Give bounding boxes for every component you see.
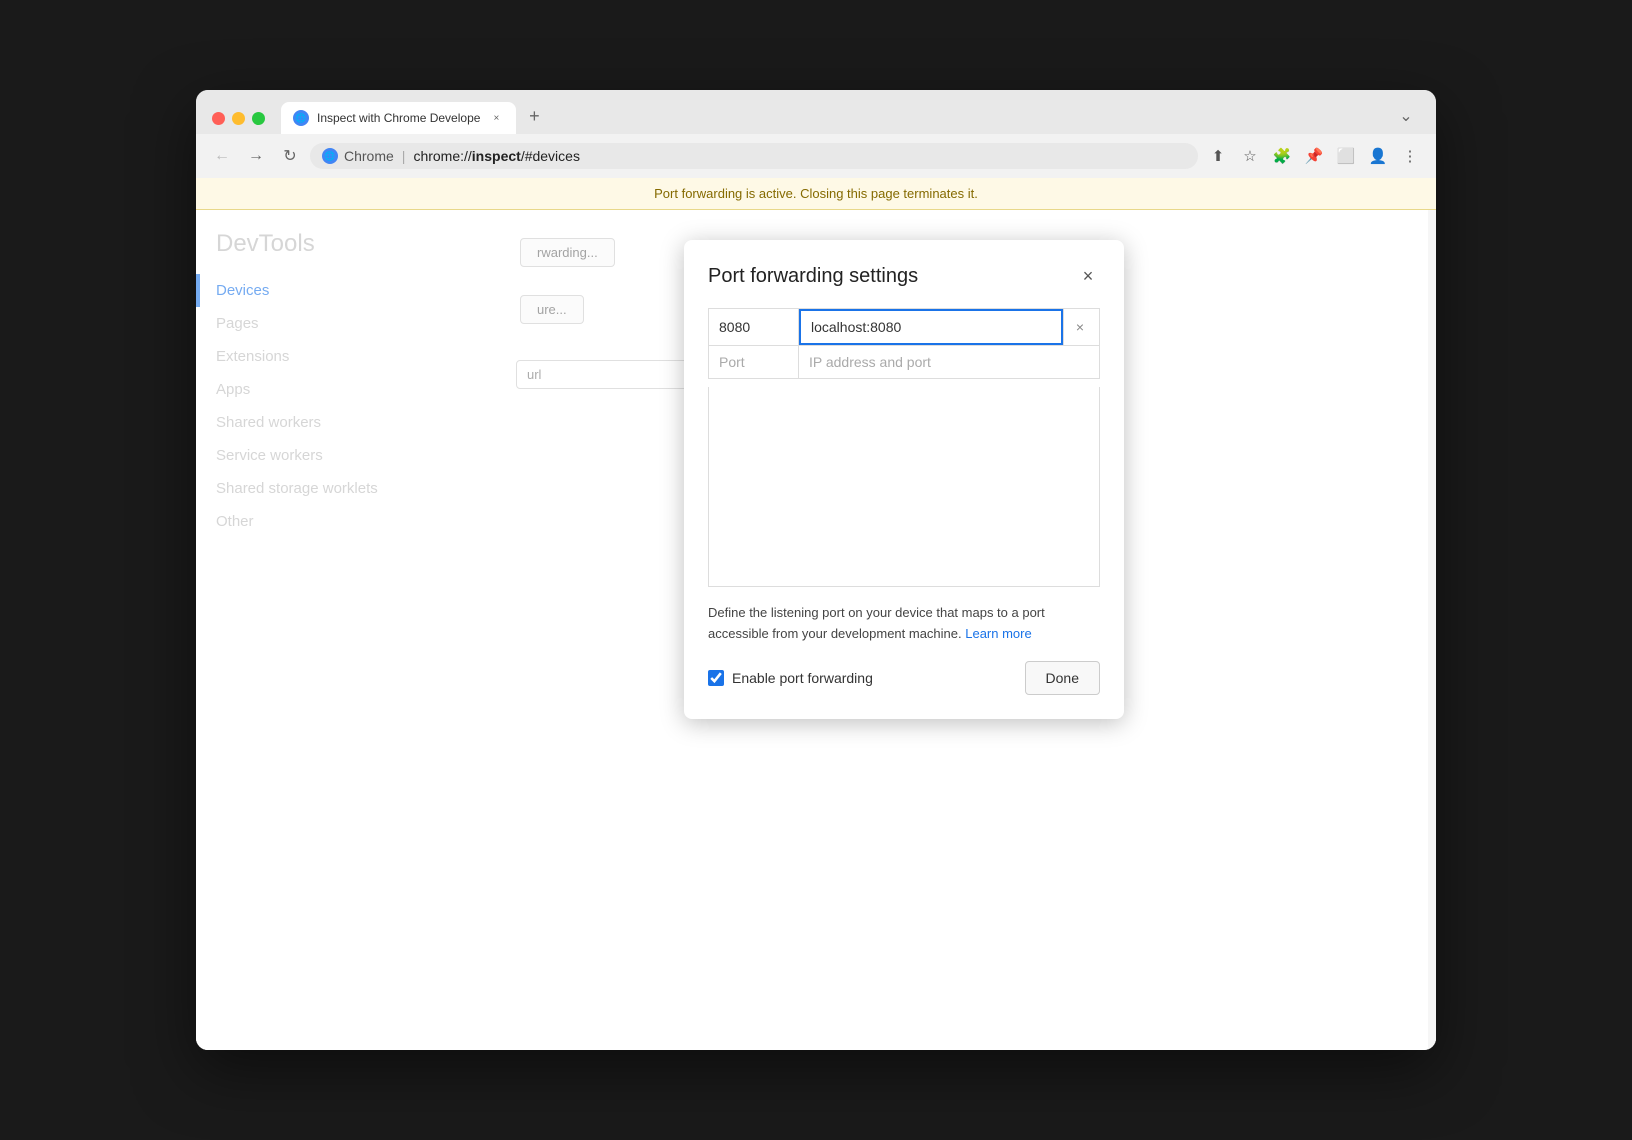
active-tab[interactable]: 🌐 Inspect with Chrome Develope × xyxy=(281,102,516,134)
tab-title: Inspect with Chrome Develope xyxy=(317,111,480,125)
dialog-title: Port forwarding settings xyxy=(708,265,918,288)
clear-cell: × xyxy=(1064,309,1100,346)
port-forwarding-dialog: Port forwarding settings × × xyxy=(684,240,1124,719)
address-brand: Chrome xyxy=(344,148,394,164)
address-bar[interactable]: 🌐 Chrome | chrome://inspect/#devices xyxy=(310,143,1198,169)
dialog-header: Port forwarding settings × xyxy=(708,264,1100,288)
address-favicon-icon: 🌐 xyxy=(322,148,338,164)
content-area: DevTools Devices Pages Extensions Apps S… xyxy=(196,210,1436,1050)
tab-more-button[interactable]: ⌄ xyxy=(1392,102,1420,130)
address-divider: | xyxy=(402,148,406,164)
nav-actions: ⬆ ☆ 🧩 📌 ⬜ 👤 ⋮ xyxy=(1204,142,1424,170)
enable-port-forwarding-checkbox[interactable] xyxy=(708,670,724,686)
address-url-bold: inspect xyxy=(472,148,521,164)
dialog-description: Define the listening port on your device… xyxy=(708,603,1100,645)
address-url-suffix: /#devices xyxy=(521,148,580,164)
traffic-lights xyxy=(212,112,265,125)
new-tab-button[interactable]: + xyxy=(520,102,548,130)
host-cell xyxy=(799,309,1064,346)
port-input[interactable] xyxy=(709,311,798,343)
back-button[interactable]: ← xyxy=(208,142,236,170)
browser-window: 🌐 Inspect with Chrome Develope × + ⌄ ← →… xyxy=(196,90,1436,1050)
dialog-close-button[interactable]: × xyxy=(1076,264,1100,288)
share-button[interactable]: ⬆ xyxy=(1204,142,1232,170)
devtools-button[interactable]: 📌 xyxy=(1300,142,1328,170)
port-cell xyxy=(709,309,799,346)
notification-text: Port forwarding is active. Closing this … xyxy=(654,186,978,201)
done-button[interactable]: Done xyxy=(1025,661,1100,695)
learn-more-link[interactable]: Learn more xyxy=(965,626,1031,641)
empty-port-area xyxy=(708,387,1100,587)
address-url: chrome://inspect/#devices xyxy=(413,148,580,164)
reload-button[interactable]: ↻ xyxy=(276,142,304,170)
minimize-window-button[interactable] xyxy=(232,112,245,125)
host-input[interactable] xyxy=(799,309,1063,345)
port-placeholder-row: Port IP address and port xyxy=(709,346,1100,379)
enable-port-forwarding-label: Enable port forwarding xyxy=(708,670,1013,686)
dialog-footer: Enable port forwarding Done xyxy=(708,661,1100,695)
tab-close-button[interactable]: × xyxy=(488,110,504,126)
port-placeholder-cell: Port xyxy=(709,346,799,379)
close-window-button[interactable] xyxy=(212,112,225,125)
profile-button[interactable]: 👤 xyxy=(1364,142,1392,170)
tab-favicon-icon: 🌐 xyxy=(293,110,309,126)
split-view-button[interactable]: ⬜ xyxy=(1332,142,1360,170)
more-button[interactable]: ⋮ xyxy=(1396,142,1424,170)
address-url-prefix: chrome:// xyxy=(413,148,471,164)
title-bar: 🌐 Inspect with Chrome Develope × + ⌄ xyxy=(196,90,1436,134)
port-table: × Port IP address and port xyxy=(708,308,1100,379)
tabs-area: 🌐 Inspect with Chrome Develope × + ⌄ xyxy=(281,102,1420,134)
clear-row-button[interactable]: × xyxy=(1064,311,1096,343)
forward-button[interactable]: → xyxy=(242,142,270,170)
port-entry-row: × xyxy=(709,309,1100,346)
maximize-window-button[interactable] xyxy=(252,112,265,125)
nav-bar: ← → ↻ 🌐 Chrome | chrome://inspect/#devic… xyxy=(196,134,1436,178)
bookmark-button[interactable]: ☆ xyxy=(1236,142,1264,170)
notification-bar: Port forwarding is active. Closing this … xyxy=(196,178,1436,210)
extensions-button[interactable]: 🧩 xyxy=(1268,142,1296,170)
host-placeholder-cell: IP address and port xyxy=(799,346,1100,379)
